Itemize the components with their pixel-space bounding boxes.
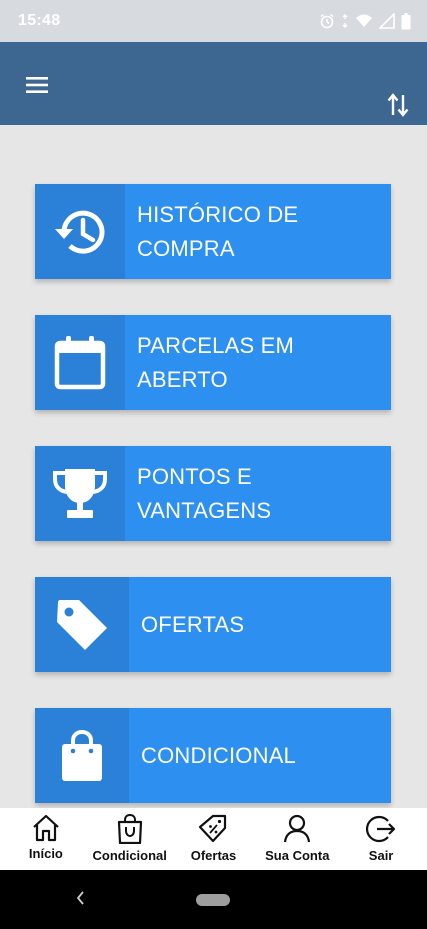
status-icons (319, 10, 411, 32)
menu-content: HISTÓRICO DE COMPRA PARCELAS EM ABERTO P… (0, 125, 427, 808)
battery-icon (401, 12, 411, 29)
bag-icon (117, 814, 142, 844)
tile-icon-box (35, 315, 125, 410)
nav-label: Sair (368, 848, 394, 863)
alarm-icon (320, 13, 334, 29)
home-icon (33, 814, 59, 842)
hamburger-menu-icon (26, 77, 48, 93)
tile-icon-box (35, 184, 125, 279)
status-time: 15:48 (18, 12, 61, 29)
app-bar (0, 42, 427, 125)
tile-condicional[interactable]: CONDICIONAL (35, 708, 391, 803)
system-nav-bar (0, 870, 427, 929)
tile-pontos-e-vantagens[interactable]: PONTOS E VANTAGENS (35, 446, 391, 541)
back-chevron-icon (76, 891, 84, 905)
signal-icon (379, 13, 395, 29)
sort-button[interactable] (387, 92, 413, 120)
nav-sua-conta[interactable]: Sua Conta (255, 808, 339, 870)
sort-arrows-icon (387, 93, 409, 117)
bluetooth-data-icon (342, 14, 348, 28)
nav-label: Condicional (92, 848, 167, 863)
history-icon (55, 210, 105, 254)
user-icon (284, 814, 311, 843)
tile-icon-box (35, 708, 129, 803)
discount-tag-icon (199, 814, 227, 843)
nav-condicional[interactable]: Condicional (88, 808, 172, 870)
tile-label: OFERTAS (141, 611, 245, 637)
trophy-icon (53, 468, 107, 518)
menu-button[interactable] (20, 70, 54, 100)
nav-inicio[interactable]: Início (4, 808, 88, 870)
wifi-icon (356, 14, 372, 27)
tile-icon-box (35, 577, 129, 672)
nav-label: Ofertas (190, 848, 237, 863)
bottom-nav: Início Condicional Ofertas Sua Conta Sai… (0, 808, 427, 870)
status-bar: 15:48 (0, 0, 427, 42)
system-home-pill[interactable] (196, 894, 230, 906)
tile-parcelas-em-aberto[interactable]: PARCELAS EM ABERTO (35, 315, 391, 410)
logout-icon (366, 815, 396, 843)
tile-label: PARCELAS EM ABERTO (137, 332, 295, 392)
tile-ofertas[interactable]: OFERTAS (35, 577, 391, 672)
nav-label: Sua Conta (265, 848, 330, 863)
nav-label: Início (28, 846, 63, 861)
calendar-icon (54, 335, 106, 389)
tag-icon (57, 599, 107, 650)
tile-label: PONTOS E VANTAGENS (137, 463, 272, 523)
shopping-bag-icon (62, 729, 102, 781)
nav-ofertas[interactable]: Ofertas (172, 808, 256, 870)
tile-icon-box (35, 446, 125, 541)
nav-sair[interactable]: Sair (339, 808, 423, 870)
system-back-button[interactable] (74, 888, 90, 910)
tile-historico-de-compra[interactable]: HISTÓRICO DE COMPRA (35, 184, 391, 279)
tile-label: HISTÓRICO DE COMPRA (137, 201, 299, 261)
tile-label: CONDICIONAL (141, 742, 296, 768)
